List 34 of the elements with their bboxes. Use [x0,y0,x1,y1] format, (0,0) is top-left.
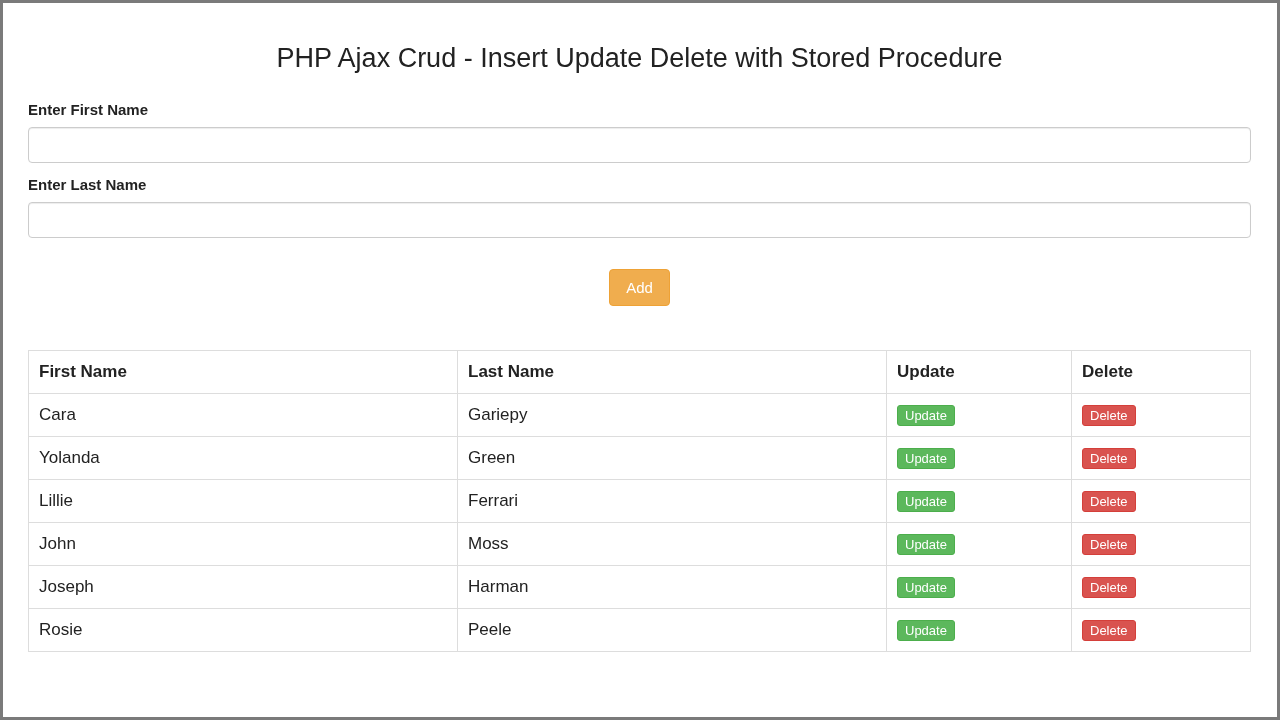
table-cell: Yolanda [28,436,458,480]
field-label: Enter First Name [28,101,150,118]
delete-button[interactable]: Delete [1082,404,1136,426]
table-cell: Green [457,436,887,480]
update-button[interactable]: Update [897,490,955,512]
update-button[interactable]: Update [897,576,955,598]
table-cell: Gariepy [457,393,887,437]
update-button[interactable]: Update [897,447,955,469]
column-header: Last Name [457,350,887,394]
delete-button[interactable]: Delete [1082,576,1136,598]
column-header: First Name [28,350,458,394]
table-cell: Peele [457,608,887,652]
delete-button[interactable]: Delete [1082,533,1136,555]
update-button[interactable]: Update [897,619,955,641]
update-button[interactable]: Update [897,404,955,426]
table-cell: John [28,522,458,566]
table-cell: Rosie [28,608,458,652]
table-cell: Ferrari [457,479,887,523]
column-header: Delete [1071,350,1251,394]
table-cell: Cara [28,393,458,437]
add-button[interactable]: Add [609,269,670,306]
column-header: Update [886,350,1072,394]
delete-button[interactable]: Delete [1082,490,1136,512]
delete-button[interactable]: Delete [1082,619,1136,641]
input-field[interactable] [28,127,1251,163]
page-title: PHP Ajax Crud - Insert Update Delete with Stored Procedure [275,42,1004,75]
table-cell: Harman [457,565,887,609]
table-cell: Joseph [28,565,458,609]
field-label: Enter Last Name [28,176,148,193]
update-button[interactable]: Update [897,533,955,555]
delete-button[interactable]: Delete [1082,447,1136,469]
table-cell: Moss [457,522,887,566]
table-cell: Lillie [28,479,458,523]
input-field[interactable] [28,202,1251,238]
